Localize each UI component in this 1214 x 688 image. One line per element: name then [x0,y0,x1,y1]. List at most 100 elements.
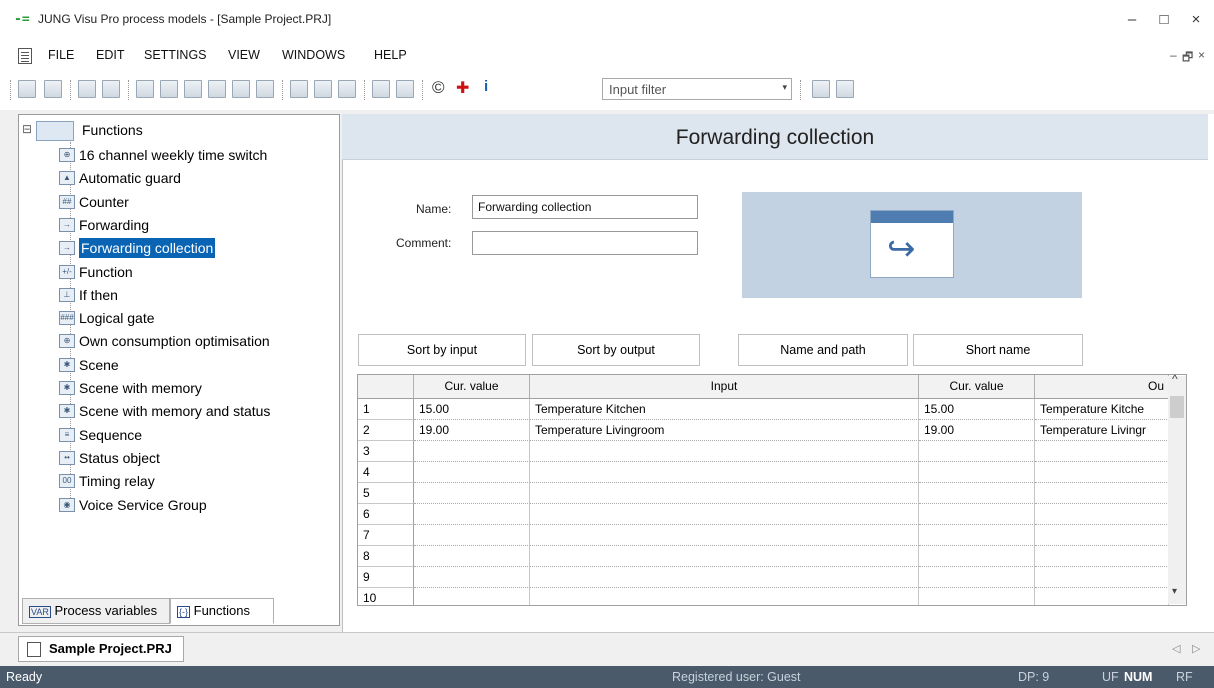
table-cell[interactable] [530,567,919,588]
table-cell[interactable] [1035,567,1169,588]
mail-icon[interactable] [290,80,308,98]
table-cell[interactable] [414,567,530,588]
comment-field[interactable] [472,231,698,255]
table-cell[interactable] [919,525,1035,546]
table-cell[interactable]: Temperature Livingroom [530,420,919,441]
menu-edit[interactable]: EDIT [96,48,124,62]
name-and-path-button[interactable]: Name and path [738,334,908,366]
tree-item[interactable]: If then [79,285,118,305]
menu-windows[interactable]: WINDOWS [282,48,345,62]
table-cell[interactable]: 19.00 [414,420,530,441]
table-cell[interactable] [530,483,919,504]
table-cell[interactable] [530,588,919,605]
mdi-close-button[interactable]: × [1198,48,1205,62]
table-header-input[interactable]: Input [530,375,919,399]
tab-process-variables[interactable]: VAR Process variables [22,598,170,624]
table-cell[interactable] [919,567,1035,588]
tab-functions[interactable]: {-} Functions [170,598,274,624]
table-header-cur-value[interactable]: Cur. value [414,375,530,399]
tree-item[interactable]: Automatic guard [79,168,181,188]
tree-root-label[interactable]: Functions [82,122,143,138]
table-header-output[interactable]: Ou [1035,375,1169,399]
row-number[interactable]: 5 [358,483,414,504]
menu-file[interactable]: FILE [48,48,74,62]
document-icon[interactable] [18,48,32,64]
row-number[interactable]: 4 [358,462,414,483]
view-list-icon[interactable] [812,80,830,98]
maximize-button[interactable]: □ [1152,10,1176,30]
table-cell[interactable] [414,546,530,567]
table-cell[interactable] [1035,504,1169,525]
row-number[interactable]: 3 [358,441,414,462]
delete-variable-icon[interactable] [232,80,250,98]
tree-item[interactable]: Scene with memory and status [79,401,270,421]
document-tab[interactable]: Sample Project.PRJ [18,636,184,662]
table-cell[interactable]: Temperature Kitche [1035,399,1169,420]
table-cell[interactable] [919,504,1035,525]
table-cell[interactable] [1035,546,1169,567]
chevron-down-icon[interactable]: ▾ [782,82,787,93]
move-variable-icon[interactable] [256,80,274,98]
table-cell[interactable] [414,462,530,483]
collapse-icon[interactable]: ⊟ [22,122,32,136]
copy-variable-icon[interactable] [208,80,226,98]
tab-scroll-right-icon[interactable]: ▷ [1192,642,1200,655]
table-cell[interactable]: 19.00 [919,420,1035,441]
row-number[interactable]: 2 [358,420,414,441]
tree-item[interactable]: Status object [79,448,160,468]
table-cell[interactable]: 15.00 [414,399,530,420]
mdi-minimize-button[interactable]: – [1170,48,1177,62]
input-filter-dropdown[interactable]: Input filter ▾ [602,78,792,100]
tree-item[interactable]: Counter [79,192,129,212]
tree-item[interactable]: Forwarding [79,215,149,235]
table-cell[interactable] [530,546,919,567]
scroll-up-icon[interactable]: ^ [1172,372,1178,386]
table-cell[interactable]: Temperature Kitchen [530,399,919,420]
close-button[interactable]: × [1184,10,1208,30]
table-cell[interactable] [919,588,1035,605]
plus-icon[interactable]: ✚ [456,78,469,98]
export-icon[interactable] [102,80,120,98]
table-cell[interactable]: Temperature Livingr [1035,420,1169,441]
table-cell[interactable] [414,588,530,605]
view-detail-icon[interactable] [836,80,854,98]
short-name-button[interactable]: Short name [913,334,1083,366]
table-cell[interactable] [1035,525,1169,546]
properties-icon[interactable] [44,80,62,98]
tree-item[interactable]: Scene with memory [79,378,202,398]
minimize-button[interactable]: – [1120,10,1144,30]
table-cell[interactable] [414,483,530,504]
tree-item[interactable]: Function [79,262,133,282]
table-cell[interactable] [919,483,1035,504]
sort-by-input-button[interactable]: Sort by input [358,334,526,366]
table-cell[interactable] [414,525,530,546]
scroll-thumb[interactable] [1170,396,1184,418]
tree-item[interactable]: Voice Service Group [79,495,207,515]
table-cell[interactable] [919,441,1035,462]
table-cell[interactable] [530,504,919,525]
row-number[interactable]: 8 [358,546,414,567]
mail-delete-icon[interactable] [338,80,356,98]
row-number[interactable]: 1 [358,399,414,420]
table-cell[interactable] [919,462,1035,483]
menu-settings[interactable]: SETTINGS [144,48,207,62]
tree-item[interactable]: Own consumption optimisation [79,331,270,351]
row-number[interactable]: 7 [358,525,414,546]
variable-icon[interactable] [136,80,154,98]
row-number[interactable]: 9 [358,567,414,588]
tree-item[interactable]: 16 channel weekly time switch [79,145,267,165]
tree-item[interactable]: Sequence [79,425,142,445]
edit-variable-icon[interactable] [184,80,202,98]
menu-view[interactable]: VIEW [228,48,260,62]
unlink-icon[interactable] [396,80,414,98]
sort-by-output-button[interactable]: Sort by output [532,334,700,366]
table-cell[interactable] [414,504,530,525]
table-cell[interactable] [1035,441,1169,462]
tree-item[interactable]: Scene [79,355,119,375]
link-icon[interactable] [372,80,390,98]
scroll-down-icon[interactable]: ▾ [1172,586,1177,597]
table-cell[interactable] [1035,588,1169,605]
add-variable-icon[interactable] [160,80,178,98]
menu-help[interactable]: HELP [374,48,407,62]
tree-item[interactable]: Timing relay [79,471,155,491]
